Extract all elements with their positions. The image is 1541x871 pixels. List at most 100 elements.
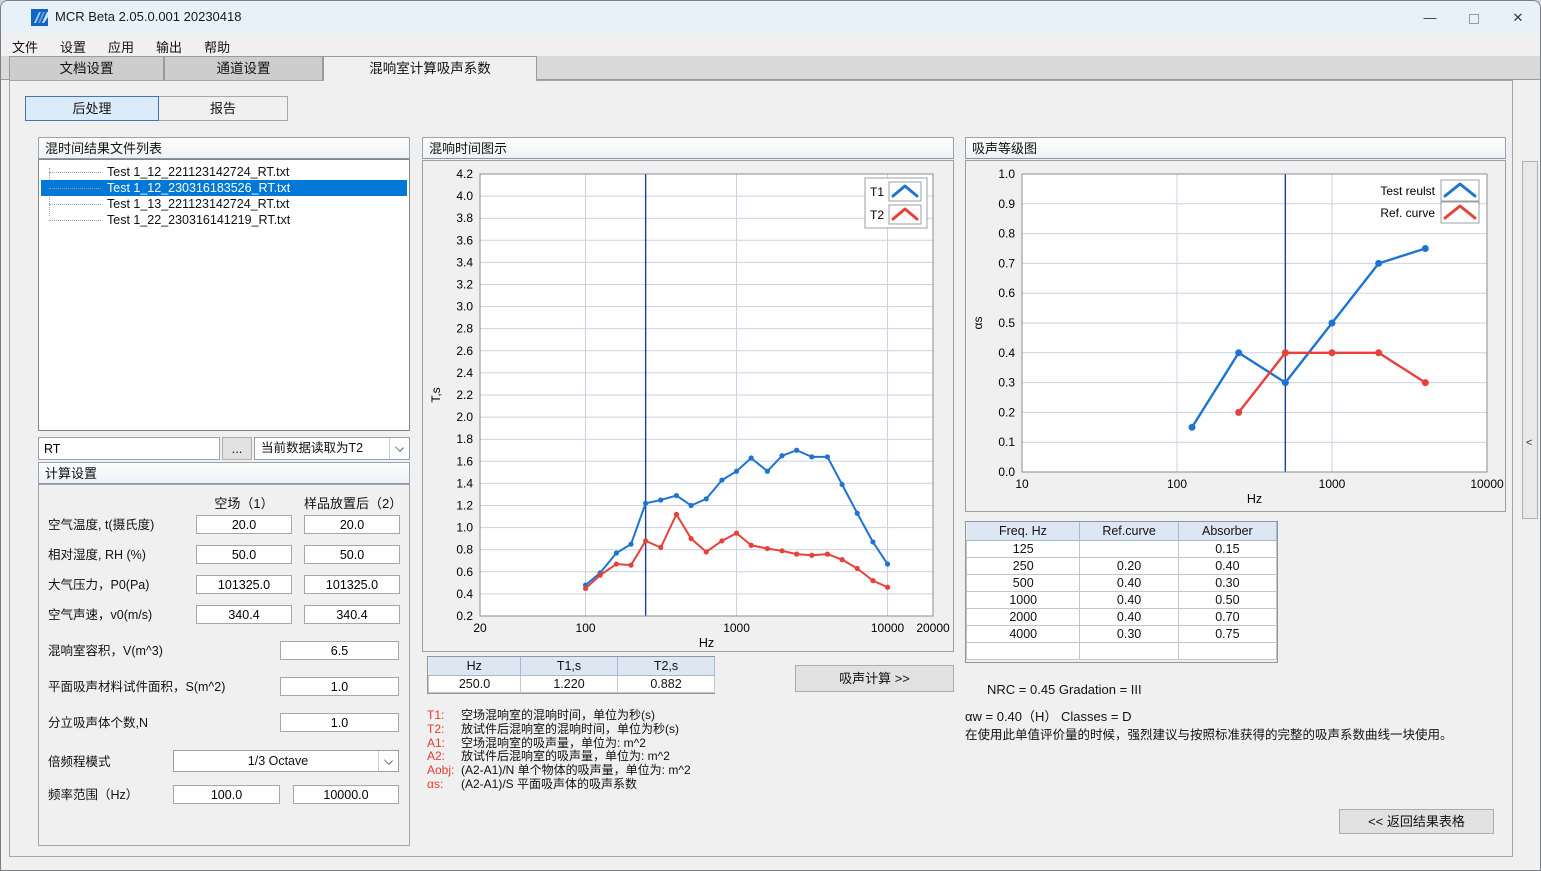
- table-cell: 1000: [967, 591, 1080, 608]
- table-row[interactable]: 125 0.15: [967, 540, 1277, 557]
- svg-text:100: 100: [1167, 477, 1187, 491]
- svg-text:Hz: Hz: [699, 636, 714, 650]
- svg-text:1.4: 1.4: [456, 476, 473, 490]
- subtab-2[interactable]: 报告: [158, 96, 288, 121]
- table-cell: 500: [967, 574, 1080, 591]
- svg-text:1.2: 1.2: [456, 499, 473, 513]
- table-cell: 0.40: [1178, 557, 1276, 574]
- table-cell: 0.70: [1178, 608, 1276, 625]
- svg-text:2.0: 2.0: [456, 410, 473, 424]
- svg-text:3.0: 3.0: [456, 300, 473, 314]
- svg-text:Test reulst: Test reulst: [1380, 184, 1435, 198]
- svg-text:2.4: 2.4: [456, 366, 473, 380]
- main-tab-strip: 文档设置通道设置混响室计算吸声系数: [1, 56, 1540, 80]
- table-row[interactable]: 10000.400.50: [967, 591, 1277, 608]
- table-cell: 125: [967, 540, 1080, 557]
- form-label: 空气温度, t(摄氏度): [48, 516, 154, 535]
- list-item[interactable]: Test 1_12_230316183526_RT.txt: [41, 180, 407, 196]
- list-item[interactable]: Test 1_12_221123142724_RT.txt: [41, 164, 407, 180]
- svg-text:20000: 20000: [916, 621, 950, 635]
- table-cell: 0.30: [1080, 625, 1178, 642]
- svg-text:3.8: 3.8: [456, 211, 473, 225]
- input-empty-room[interactable]: [196, 515, 292, 534]
- table-cell: 0.30: [1178, 574, 1276, 591]
- data-read-as-combo[interactable]: 当前数据读取为T2: [254, 437, 410, 460]
- tab-1[interactable]: 文档设置: [9, 56, 164, 80]
- chevron-down-icon: [384, 756, 393, 765]
- octave-mode-combo[interactable]: 1/3 Octave: [173, 750, 399, 772]
- file-list-header: 混时间结果文件列表: [38, 137, 410, 159]
- table-row[interactable]: 5000.400.30: [967, 574, 1277, 591]
- minimize-icon: —: [1424, 10, 1437, 25]
- file-name: Test 1_13_221123142724_RT.txt: [107, 197, 289, 211]
- octave-mode-label: 倍频程模式: [48, 753, 111, 772]
- svg-text:1.6: 1.6: [456, 454, 473, 468]
- table-row[interactable]: 250.01.2200.882: [429, 675, 715, 692]
- table-row[interactable]: 2500.200.40: [967, 557, 1277, 574]
- combo-arrow-button[interactable]: [389, 438, 409, 459]
- legend-note-line: Aobj:(A2-A1)/N 单个物体的吸声量，单位为: m^2: [427, 764, 691, 778]
- legend-notes: T1:空场混响室的混响时间，单位为秒(s)T2:放试件后混响室的混响时间，单位为…: [427, 709, 691, 792]
- form-label: 平面吸声材料试件面积，S(m^2): [48, 678, 225, 697]
- input-with-sample[interactable]: [304, 545, 400, 564]
- svg-text:0.4: 0.4: [998, 346, 1015, 360]
- svg-text:3.2: 3.2: [456, 278, 473, 292]
- form-input[interactable]: [280, 713, 399, 732]
- svg-text:0.2: 0.2: [998, 405, 1015, 419]
- minimize-button[interactable]: —: [1408, 1, 1452, 34]
- list-item[interactable]: Test 1_13_221123142724_RT.txt: [41, 196, 407, 212]
- collapse-arrow-icon: <: [1526, 437, 1532, 449]
- table-row[interactable]: 40000.300.75: [967, 625, 1277, 642]
- svg-text:T,s: T,s: [429, 387, 443, 402]
- input-empty-room[interactable]: [196, 545, 292, 564]
- close-button[interactable]: ✕: [1496, 1, 1540, 34]
- column-header: Hz: [429, 657, 521, 675]
- combo-arrow-button[interactable]: [378, 751, 398, 771]
- absorption-calc-button[interactable]: 吸声计算 >>: [795, 665, 954, 692]
- svg-text:1000: 1000: [1319, 477, 1346, 491]
- svg-text:Ref. curve: Ref. curve: [1380, 206, 1435, 220]
- table-cell: [967, 642, 1080, 659]
- freq-min-input[interactable]: [173, 785, 280, 804]
- form-label: 混响室容积，V(m^3): [48, 642, 163, 661]
- table-cell: 0.15: [1178, 540, 1276, 557]
- svg-text:0.2: 0.2: [456, 609, 473, 623]
- app-window: MCR Beta 2.05.0.001 20230418 — ✕ 文件设置应用输…: [0, 0, 1541, 871]
- title-bar: MCR Beta 2.05.0.001 20230418 — ✕: [1, 1, 1540, 34]
- table-cell: 0.882: [618, 675, 715, 692]
- svg-text:T2: T2: [870, 208, 884, 222]
- subtab-1[interactable]: 后处理: [25, 96, 159, 121]
- calc-settings-group: 空场（1） 样品放置后（2） 倍频程模式 1/3 Octave 频率范围（Hz）…: [38, 484, 410, 846]
- rt-file-listbox[interactable]: Test 1_12_221123142724_RT.txtTest 1_12_2…: [38, 159, 410, 431]
- calc-settings-header: 计算设置: [38, 462, 410, 484]
- form-label: 空气声速，v0(m/s): [48, 606, 152, 625]
- input-with-sample[interactable]: [304, 575, 400, 594]
- svg-text:1.0: 1.0: [998, 167, 1015, 181]
- side-panel-splitter[interactable]: <: [1522, 161, 1538, 519]
- input-empty-room[interactable]: [196, 605, 292, 624]
- input-empty-room[interactable]: [196, 575, 292, 594]
- maximize-button[interactable]: [1452, 1, 1496, 34]
- freq-max-input[interactable]: [293, 785, 399, 804]
- table-row[interactable]: 20000.400.70: [967, 608, 1277, 625]
- form-input[interactable]: [280, 677, 399, 696]
- table-row[interactable]: [967, 642, 1277, 659]
- list-item[interactable]: Test 1_22_230316141219_RT.txt: [41, 212, 407, 228]
- octave-mode-value: 1/3 Octave: [180, 751, 376, 771]
- back-to-results-button[interactable]: << 返回结果表格: [1339, 809, 1494, 834]
- form-input[interactable]: [280, 641, 399, 660]
- rt-name-input[interactable]: [38, 437, 220, 460]
- tree-guide: [49, 220, 101, 221]
- browse-button[interactable]: ...: [222, 437, 252, 460]
- nrc-result-text: NRC = 0.45 Gradation = III: [987, 682, 1142, 697]
- column-header-empty-room: 空场（1）: [196, 493, 292, 512]
- table-cell: 0.40: [1080, 591, 1178, 608]
- svg-text:10000: 10000: [871, 621, 905, 635]
- svg-text:0.3: 0.3: [998, 376, 1015, 390]
- tab-2[interactable]: 通道设置: [164, 56, 323, 80]
- table-cell: 1.220: [521, 675, 618, 692]
- input-with-sample[interactable]: [304, 515, 400, 534]
- tab-3[interactable]: 混响室计算吸声系数: [323, 56, 537, 81]
- input-with-sample[interactable]: [304, 605, 400, 624]
- svg-text:0.1: 0.1: [998, 435, 1015, 449]
